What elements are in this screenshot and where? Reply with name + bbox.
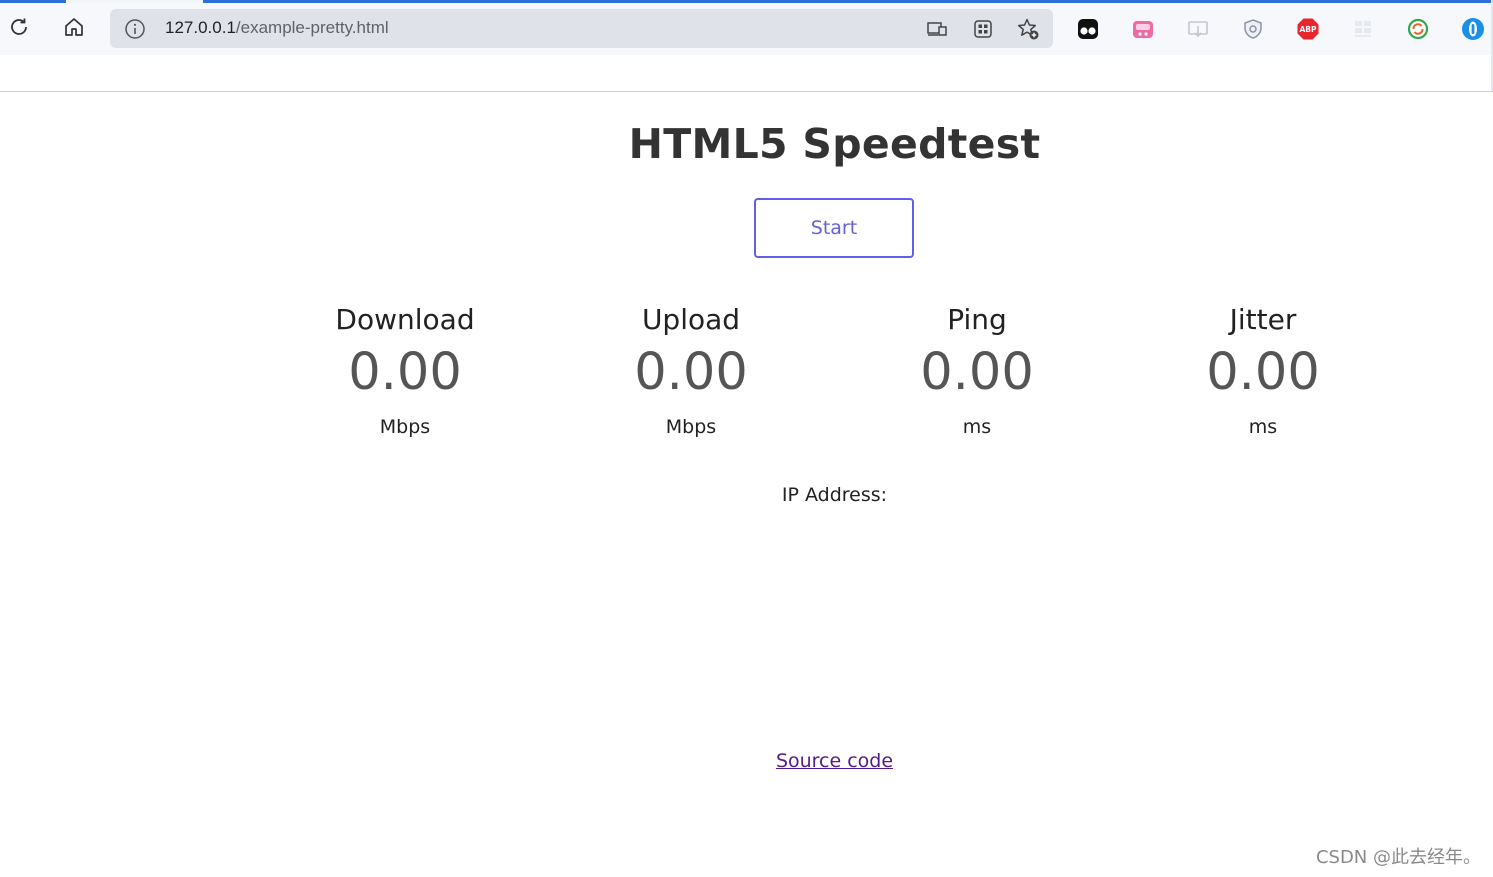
download-extension-icon[interactable] bbox=[1185, 16, 1211, 42]
metric-jitter: Jitter 0.00 ms bbox=[1133, 300, 1393, 442]
metric-unit: ms bbox=[1248, 416, 1278, 438]
ip-address-label: IP Address: bbox=[781, 484, 888, 506]
page-top-border bbox=[0, 91, 1493, 92]
source-code-link[interactable]: Source code bbox=[776, 750, 893, 772]
info-icon[interactable] bbox=[124, 18, 146, 44]
source-link-container: Source code bbox=[0, 750, 1493, 772]
pink-extension-icon[interactable] bbox=[1130, 16, 1156, 42]
cast-icon[interactable] bbox=[925, 17, 949, 41]
abp-extension-icon[interactable]: ABP bbox=[1295, 16, 1321, 42]
apps-icon[interactable] bbox=[971, 17, 995, 41]
metric-label: Ping bbox=[947, 303, 1007, 336]
grid-extension-icon[interactable] bbox=[1350, 16, 1376, 42]
browser-toolbar: 127.0.0.1/example-pretty.html ABP bbox=[0, 3, 1493, 55]
tampermonkey-extension-icon[interactable] bbox=[1075, 16, 1101, 42]
address-url[interactable]: 127.0.0.1/example-pretty.html bbox=[165, 18, 389, 38]
metric-label: Jitter bbox=[1229, 303, 1297, 336]
metric-download: Download 0.00 Mbps bbox=[275, 300, 535, 442]
metric-value: 0.00 bbox=[920, 343, 1034, 402]
metric-unit: Mbps bbox=[379, 416, 431, 438]
bookmarks-bar-area bbox=[0, 55, 1493, 91]
metric-unit: ms bbox=[962, 416, 992, 438]
metric-value: 0.00 bbox=[634, 343, 748, 402]
watermark-text: CSDN @此去经年。 bbox=[1315, 847, 1481, 868]
start-button[interactable]: Start bbox=[754, 198, 914, 258]
url-path: /example-pretty.html bbox=[235, 18, 389, 37]
metric-label: Download bbox=[335, 303, 475, 336]
shield-extension-icon[interactable] bbox=[1240, 16, 1266, 42]
sync-extension-icon[interactable] bbox=[1405, 16, 1431, 42]
url-host: 127.0.0.1 bbox=[165, 18, 236, 37]
metric-unit: Mbps bbox=[665, 416, 717, 438]
address-bar[interactable]: 127.0.0.1/example-pretty.html bbox=[110, 9, 1053, 48]
home-icon[interactable] bbox=[58, 11, 90, 43]
reload-icon[interactable] bbox=[3, 11, 35, 43]
edge-profile-extension-icon[interactable] bbox=[1460, 16, 1486, 42]
metric-value: 0.00 bbox=[1206, 343, 1320, 402]
metric-value: 0.00 bbox=[348, 343, 462, 402]
page-title: HTML5 Speedtest bbox=[628, 120, 1041, 168]
metric-ping: Ping 0.00 ms bbox=[847, 300, 1107, 442]
metric-upload: Upload 0.00 Mbps bbox=[561, 300, 821, 442]
favorite-add-icon[interactable] bbox=[1016, 17, 1040, 41]
metric-label: Upload bbox=[641, 303, 741, 336]
abp-label: ABP bbox=[1299, 25, 1317, 34]
